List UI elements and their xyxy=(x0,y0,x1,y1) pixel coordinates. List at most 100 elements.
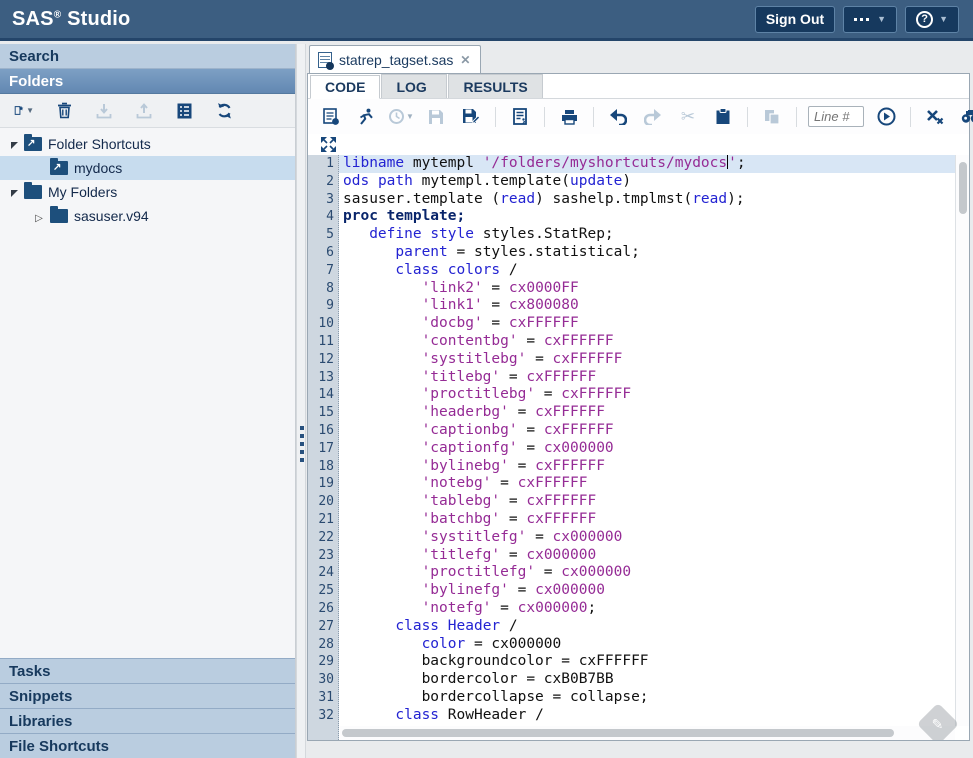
save-as-icon[interactable] xyxy=(458,104,484,130)
line-number: 19 xyxy=(308,475,338,493)
program-summary-icon[interactable] xyxy=(507,104,533,130)
document-tab[interactable]: statrep_tagset.sas ✕ xyxy=(309,45,481,73)
line-number: 29 xyxy=(308,653,338,671)
expand-icon[interactable]: ▷ xyxy=(32,208,46,224)
line-number: 22 xyxy=(308,529,338,547)
line-number: 13 xyxy=(308,369,338,387)
line-number: 14 xyxy=(308,386,338,404)
new-button[interactable]: ▼ xyxy=(14,101,34,121)
line-number: 21 xyxy=(308,511,338,529)
collapse-icon[interactable] xyxy=(6,184,20,200)
tree-item-my-folders[interactable]: My Folders xyxy=(0,180,295,204)
tree-item-mydocs[interactable]: ↗ mydocs xyxy=(0,156,295,180)
program-subtabs: CODELOGRESULTS xyxy=(308,74,969,99)
tree-item-label: mydocs xyxy=(74,160,122,176)
sidebar-bottom-panels: TasksSnippetsLibrariesFile Shortcuts xyxy=(0,658,295,758)
pencil-icon: ✎ xyxy=(932,715,944,732)
search-panel-header[interactable]: Search xyxy=(0,44,295,69)
maximize-view-icon[interactable] xyxy=(319,136,337,154)
code-line: sasuser.template (read) sashelp.tmplmst(… xyxy=(339,191,955,209)
panel-header-snippets[interactable]: Snippets xyxy=(0,683,295,708)
clear-code-icon[interactable] xyxy=(922,104,948,130)
code-line: libname mytempl '/folders/myshortcuts/my… xyxy=(339,155,955,173)
code-line: 'docbg' = cxFFFFFF xyxy=(339,315,955,333)
tab-results[interactable]: RESULTS xyxy=(448,74,542,98)
panel-header-file-shortcuts[interactable]: File Shortcuts xyxy=(0,733,295,758)
line-number-gutter: 1234567891011121314151617181920212223242… xyxy=(308,155,339,740)
panel-header-libraries[interactable]: Libraries xyxy=(0,708,295,733)
vertical-scrollbar[interactable] xyxy=(955,155,969,726)
line-number: 17 xyxy=(308,440,338,458)
line-number: 10 xyxy=(308,315,338,333)
code-line: class colors / xyxy=(339,262,955,280)
line-number-input[interactable] xyxy=(808,106,864,127)
line-number: 27 xyxy=(308,618,338,636)
code-line: 'systitlebg' = cxFFFFFF xyxy=(339,351,955,369)
find-replace-icon[interactable] xyxy=(957,104,973,130)
folders-panel-header[interactable]: Folders xyxy=(0,69,295,94)
document-tabstrip: statrep_tagset.sas ✕ xyxy=(307,44,973,73)
program-panel: CODELOGRESULTS ▼ xyxy=(307,73,970,741)
line-number: 8 xyxy=(308,280,338,298)
collapse-icon[interactable] xyxy=(6,136,20,152)
tree-item-sasuser-v94[interactable]: ▷ sasuser.v94 xyxy=(0,204,295,228)
code-line: 'titlebg' = cxFFFFFF xyxy=(339,369,955,387)
code-line: class Header / xyxy=(339,618,955,636)
shortcut-folder-icon: ↗ xyxy=(50,161,68,175)
line-number: 23 xyxy=(308,547,338,565)
vertical-scrollbar-thumb[interactable] xyxy=(959,162,967,214)
help-button[interactable]: ? ▼ xyxy=(905,6,959,33)
code-editor[interactable]: 1234567891011121314151617181920212223242… xyxy=(308,155,969,740)
paste-icon[interactable] xyxy=(710,104,736,130)
horizontal-scrollbar-thumb[interactable] xyxy=(342,729,894,737)
code-line: bordercolor = cxB0B7BB xyxy=(339,671,955,689)
panel-header-tasks[interactable]: Tasks xyxy=(0,658,295,683)
properties-button[interactable] xyxy=(174,101,194,121)
tree-item-label: sasuser.v94 xyxy=(74,208,149,224)
code-line: bordercollapse = collapse; xyxy=(339,689,955,707)
code-line: 'tablebg' = cxFFFFFF xyxy=(339,493,955,511)
sas-program-icon xyxy=(318,52,332,68)
app-menu-icon xyxy=(854,18,871,21)
line-number: 9 xyxy=(308,297,338,315)
code-line: 'proctitlefg' = cx000000 xyxy=(339,564,955,582)
line-number: 31 xyxy=(308,689,338,707)
goto-line-icon[interactable] xyxy=(873,104,899,130)
editor-toolbar: ▼ ✂ xyxy=(308,99,969,134)
print-icon[interactable] xyxy=(556,104,582,130)
download-icon xyxy=(94,101,114,121)
tab-code[interactable]: CODE xyxy=(310,75,380,99)
sign-out-button[interactable]: Sign Out xyxy=(755,6,835,33)
line-number: 24 xyxy=(308,564,338,582)
delete-button[interactable] xyxy=(54,101,74,121)
code-line: 'notefg' = cx000000; xyxy=(339,600,955,618)
line-number: 6 xyxy=(308,244,338,262)
refresh-button[interactable] xyxy=(214,101,234,121)
document-tab-label: statrep_tagset.sas xyxy=(339,52,453,68)
code-line: 'batchbg' = cxFFFFFF xyxy=(339,511,955,529)
code-line: 'titlefg' = cx000000 xyxy=(339,547,955,565)
tab-log[interactable]: LOG xyxy=(381,74,447,98)
code-area[interactable]: libname mytempl '/folders/myshortcuts/my… xyxy=(339,155,955,740)
undo-icon[interactable] xyxy=(605,104,631,130)
help-icon: ? xyxy=(916,11,933,28)
sidebar-splitter[interactable] xyxy=(296,44,306,758)
line-number: 16 xyxy=(308,422,338,440)
line-number: 5 xyxy=(308,226,338,244)
chevron-down-icon: ▼ xyxy=(939,14,948,24)
app-menu-button[interactable]: ▼ xyxy=(843,6,897,33)
line-number: 18 xyxy=(308,458,338,476)
code-line: 'bylinebg' = cxFFFFFF xyxy=(339,458,955,476)
editor-subtoolbar xyxy=(308,134,969,155)
close-icon[interactable]: ✕ xyxy=(460,53,470,67)
tree-item-folder-shortcuts[interactable]: ↗Folder Shortcuts xyxy=(0,132,295,156)
line-number: 7 xyxy=(308,262,338,280)
program-icon[interactable] xyxy=(318,104,344,130)
line-number: 4 xyxy=(308,208,338,226)
chevron-down-icon: ▼ xyxy=(877,14,886,24)
run-icon[interactable] xyxy=(353,104,379,130)
code-line: parent = styles.statistical; xyxy=(339,244,955,262)
line-number: 30 xyxy=(308,671,338,689)
code-line: backgroundcolor = cxFFFFFF xyxy=(339,653,955,671)
horizontal-scrollbar[interactable] xyxy=(340,726,955,740)
